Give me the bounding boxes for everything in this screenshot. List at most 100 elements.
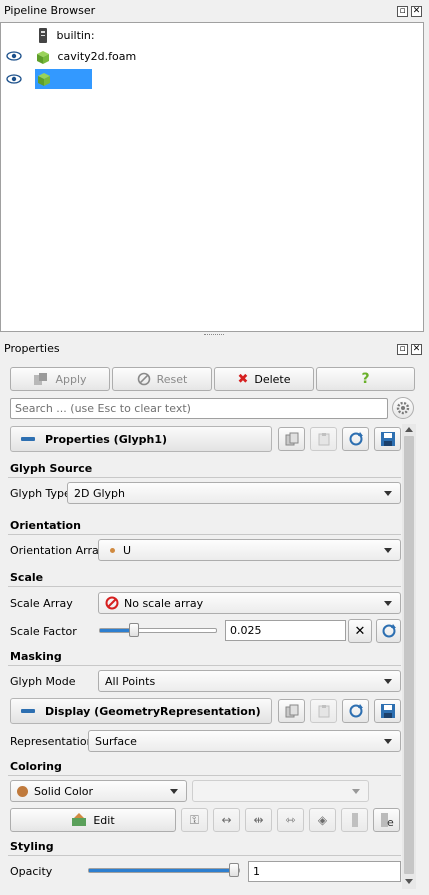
float-panel-icon[interactable]: ▫ xyxy=(397,6,408,17)
scale-array-value: No scale array xyxy=(124,596,204,610)
color-component-select[interactable] xyxy=(192,780,369,802)
splitter-handle[interactable] xyxy=(204,334,224,337)
eye-visible-icon[interactable] xyxy=(6,74,22,84)
scale-factor-input[interactable]: 0.025 xyxy=(225,620,346,641)
rescale-range-button[interactable]: ↔ xyxy=(213,808,240,832)
opacity-input[interactable]: 1 xyxy=(248,861,401,882)
svg-text:e: e xyxy=(387,816,394,828)
edit-color-button[interactable]: Edit xyxy=(10,808,176,832)
glyph-mode-select[interactable]: All Points xyxy=(98,670,401,692)
copy-properties-button[interactable] xyxy=(278,427,305,451)
rescale-temporal-button[interactable]: ⇿ xyxy=(277,808,304,832)
reset-icon xyxy=(137,372,150,386)
collapse-minus-icon xyxy=(21,709,35,713)
scale-array-select[interactable]: No scale array xyxy=(98,592,401,614)
glyph-type-label: Glyph Type xyxy=(10,487,71,500)
restore-defaults-button[interactable] xyxy=(342,427,369,451)
paste-display-button[interactable] xyxy=(310,699,337,723)
apply-icon xyxy=(34,373,48,385)
pipeline-tree[interactable]: builtin: cavity2d.foam Glyph1 xyxy=(0,22,424,332)
pipeline-item-label: builtin: xyxy=(56,29,95,42)
styling-heading: Styling xyxy=(10,840,54,853)
chevron-down-icon xyxy=(384,601,392,606)
color-map-editor-icon xyxy=(72,813,87,826)
color-by-select[interactable]: Solid Color xyxy=(10,780,187,802)
collapse-minus-icon xyxy=(21,437,35,441)
copy-icon xyxy=(285,432,298,446)
no-entry-icon xyxy=(105,596,119,610)
use-separate-colormap-button[interactable]: ⚿ xyxy=(181,808,208,832)
opacity-label: Opacity xyxy=(10,865,53,878)
filter-cube-icon xyxy=(38,73,50,86)
properties-title-text: Properties xyxy=(4,342,60,355)
rescale-visible-button[interactable]: ◈ xyxy=(309,808,336,832)
glyph-type-select[interactable]: 2D Glyph xyxy=(67,482,401,504)
save-display-defaults-button[interactable] xyxy=(374,699,401,723)
orientation-array-value: U xyxy=(123,543,132,557)
save-icon xyxy=(380,432,395,446)
edit-legend-icon: e xyxy=(380,813,394,828)
delete-button[interactable]: ✖ Delete xyxy=(214,367,314,391)
divider xyxy=(8,586,401,587)
source-cube-icon xyxy=(37,51,49,64)
divider xyxy=(8,534,401,535)
eye-visible-icon[interactable] xyxy=(6,51,22,61)
coloring-heading: Coloring xyxy=(10,760,62,773)
chevron-down-icon xyxy=(352,789,360,794)
scale-factor-slider[interactable] xyxy=(99,623,217,637)
slider-handle[interactable] xyxy=(129,623,139,637)
scrollbar-thumb[interactable] xyxy=(404,436,414,874)
chevron-down-icon xyxy=(384,679,392,684)
paste-properties-button[interactable] xyxy=(310,427,337,451)
rescale-temporal-icon: ⇿ xyxy=(285,813,296,827)
apply-button[interactable]: Apply xyxy=(10,367,110,391)
scale-factor-clear-button[interactable]: ✕ xyxy=(348,619,372,643)
masking-heading: Masking xyxy=(10,650,62,663)
toggle-color-legend-button[interactable] xyxy=(341,808,368,832)
opacity-slider[interactable] xyxy=(88,863,240,877)
pipeline-item-glyph1[interactable]: Glyph1 xyxy=(35,69,92,105)
chevron-down-icon xyxy=(384,548,392,553)
orientation-heading: Orientation xyxy=(10,519,81,532)
float-panel-icon[interactable]: ▫ xyxy=(397,344,408,355)
pipeline-item-builtin[interactable]: builtin: xyxy=(37,26,95,46)
point-data-icon xyxy=(110,547,115,553)
search-input[interactable]: Search ... (use Esc to clear text) xyxy=(10,398,388,419)
properties-scrollbar[interactable] xyxy=(402,424,416,889)
divider xyxy=(8,775,401,776)
slider-handle[interactable] xyxy=(229,863,239,877)
edit-color-legend-button[interactable]: e xyxy=(373,808,400,832)
paste-icon xyxy=(318,433,329,446)
display-section-header[interactable]: Display (GeometryRepresentation) xyxy=(10,698,272,724)
close-panel-icon[interactable]: ✕ xyxy=(411,6,422,17)
pipeline-browser-title: Pipeline Browser xyxy=(0,1,429,21)
pipeline-item-label: cavity2d.foam xyxy=(57,50,137,63)
scroll-up-icon[interactable] xyxy=(405,427,413,432)
pipeline-item-cavity2d[interactable]: cavity2d.foam xyxy=(35,47,136,67)
orientation-array-label: Orientation Array xyxy=(10,544,106,557)
restore-display-defaults-button[interactable] xyxy=(342,699,369,723)
scroll-down-icon[interactable] xyxy=(405,879,413,884)
scale-heading: Scale xyxy=(10,571,44,584)
help-button[interactable]: ? xyxy=(316,367,415,391)
solid-color-swatch-icon xyxy=(17,785,28,797)
display-section-title: Display (GeometryRepresentation) xyxy=(45,704,261,718)
properties-section-header[interactable]: Properties (Glyph1) xyxy=(10,426,272,452)
color-by-value: Solid Color xyxy=(34,784,94,798)
reset-button[interactable]: Reset xyxy=(112,367,212,391)
scale-factor-reset-button[interactable] xyxy=(376,619,401,643)
divider xyxy=(8,477,401,478)
glyph-source-heading: Glyph Source xyxy=(10,462,93,475)
copy-display-button[interactable] xyxy=(278,699,305,723)
close-panel-icon[interactable]: ✕ xyxy=(411,344,422,355)
slider-fill xyxy=(89,869,234,872)
glyph-type-value: 2D Glyph xyxy=(74,486,126,500)
representation-select[interactable]: Surface xyxy=(88,730,401,752)
chevron-down-icon xyxy=(384,739,392,744)
save-defaults-button[interactable] xyxy=(374,427,401,451)
rescale-custom-button[interactable]: ⇹ xyxy=(245,808,272,832)
orientation-array-select[interactable]: U xyxy=(98,539,401,561)
reset-label: Reset xyxy=(156,372,188,386)
advanced-settings-gear-icon[interactable] xyxy=(392,397,414,419)
save-icon xyxy=(380,704,395,718)
